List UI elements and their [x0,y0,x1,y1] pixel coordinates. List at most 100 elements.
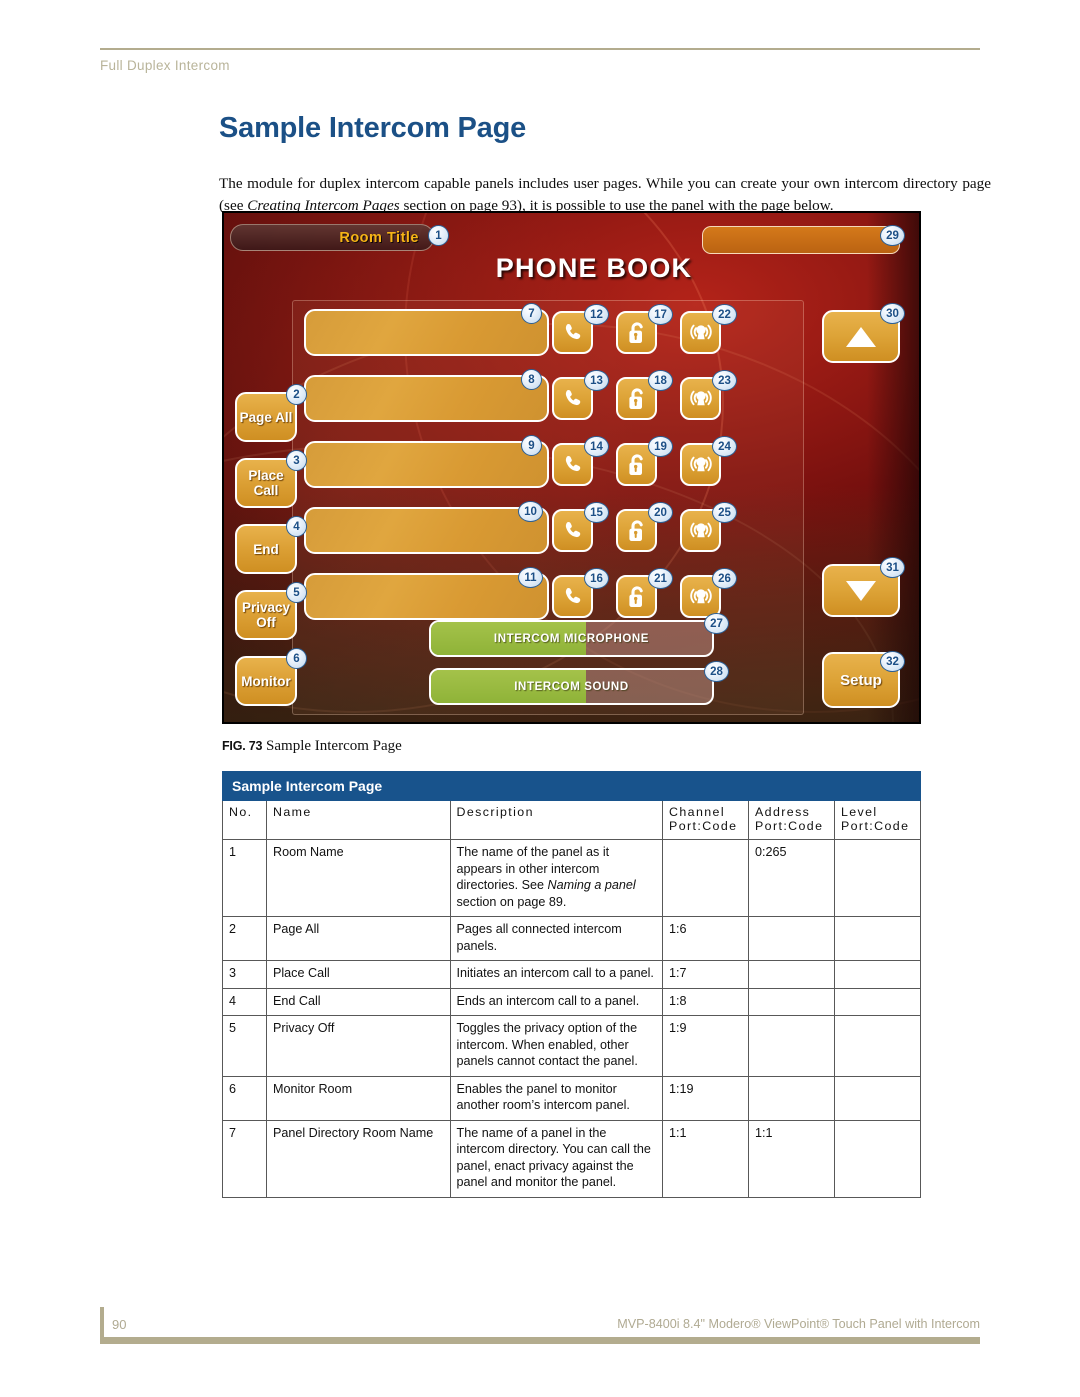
table-row: 3 Place Call Initiates an intercom call … [222,960,922,989]
cell-channel: 1:8 [662,987,749,1016]
callout-14: 14 [584,436,609,457]
table-row: 7 Panel Directory Room Name The name of … [222,1119,922,1198]
cell-address [748,960,835,989]
panel-right-strip [867,213,919,722]
callout-1: 1 [428,225,449,246]
page-title: Sample Intercom Page [219,112,527,144]
footer-rule [100,1337,980,1344]
cell-no: 5 [222,1015,267,1077]
callout-2: 2 [286,384,307,405]
cell-no: 1 [222,839,267,917]
cell-address [748,1075,835,1121]
col-head-channel: Channel Port:Code [662,800,749,840]
intercom-sound-label: INTERCOM SOUND [514,680,629,693]
broadcast-icon [687,519,715,543]
callout-16: 16 [584,568,609,589]
callout-29: 29 [880,225,905,246]
intercom-sound-level[interactable]: INTERCOM SOUND [429,668,714,705]
cell-desc: Enables the panel to monitor another roo… [449,1075,664,1121]
callout-21: 21 [648,568,673,589]
cell-address: 0:265 [748,839,835,917]
callout-32: 32 [880,651,905,672]
phone-handset-icon [561,453,585,477]
padlock-icon [625,518,649,544]
cell-name: Place Call [265,960,451,989]
callout-9: 9 [521,435,542,456]
table-title: Sample Intercom Page [222,771,921,801]
col-head-address: Address Port:Code [748,800,835,840]
intro-paragraph: The module for duplex intercom capable p… [219,173,991,216]
cell-no: 2 [222,916,267,961]
footer-document-title: MVP-8400i 8.4" Modero® ViewPoint® Touch … [617,1317,980,1331]
cell-address [748,1015,835,1077]
cell-level [833,1119,922,1198]
broadcast-icon [687,453,715,477]
intercom-microphone-level[interactable]: INTERCOM MICROPHONE [429,620,714,657]
table-row: 5 Privacy Off Toggles the privacy option… [222,1015,922,1077]
cell-desc: Toggles the privacy option of the interc… [449,1015,664,1077]
cell-no: 6 [222,1075,267,1121]
cell-channel: 1:19 [662,1075,749,1121]
phone-handset-icon [561,585,585,609]
directory-slot[interactable] [304,573,549,620]
cell-name: Page All [265,916,451,961]
col-head-level: Level Port:Code [833,800,922,840]
cell-desc: Pages all connected intercom panels. [449,916,664,961]
broadcast-icon [687,585,715,609]
table-header-row: No. Name Description Channel Port:Code Ad… [222,800,922,840]
cell-level [833,960,922,989]
status-bar[interactable] [702,226,900,254]
figure-caption: FIG. 73 Sample Intercom Page [222,738,402,755]
cell-channel: 1:7 [662,960,749,989]
callout-23: 23 [712,370,737,391]
cell-level [833,839,922,917]
directory-slot[interactable] [304,441,549,488]
col-head-name: Name [265,800,451,840]
callout-27: 27 [704,613,729,634]
cell-no: 3 [222,960,267,989]
figure-label: FIG. 73 [222,739,263,753]
cell-address: 1:1 [748,1119,835,1198]
callout-20: 20 [648,502,673,523]
callout-13: 13 [584,370,609,391]
phone-handset-icon [561,321,585,345]
directory-slot[interactable] [304,309,549,356]
callout-4: 4 [286,516,307,537]
callout-8: 8 [521,369,542,390]
cell-address [748,916,835,961]
callout-7: 7 [521,303,542,324]
table-row: 1 Room Name The name of the panel as it … [222,839,922,917]
cell-desc: The name of a panel in the intercom dire… [449,1119,664,1198]
padlock-icon [625,584,649,610]
cell-desc: The name of the panel as it appears in o… [449,839,664,917]
room-title-text: Room Title [339,229,419,246]
callout-28: 28 [704,661,729,682]
callout-15: 15 [584,502,609,523]
col-head-desc: Description [449,800,664,840]
room-title-bar[interactable]: Room Title [230,224,434,251]
cell-desc: Ends an intercom call to a panel. [449,987,664,1016]
callout-5: 5 [286,582,307,603]
cell-channel: 1:1 [662,1119,749,1198]
broadcast-icon [687,321,715,345]
directory-slot[interactable] [304,375,549,422]
padlock-icon [625,386,649,412]
table-row: 2 Page All Pages all connected intercom … [222,916,922,961]
sample-intercom-page-table: Sample Intercom Page No. Name Descriptio… [222,771,922,1198]
callout-19: 19 [648,436,673,457]
cell-channel: 1:9 [662,1015,749,1077]
callout-10: 10 [518,501,543,522]
phone-book-heading: PHONE BOOK [495,253,693,283]
callout-31: 31 [880,557,905,578]
cell-name: End Call [265,987,451,1016]
intercom-microphone-label: INTERCOM MICROPHONE [493,632,650,645]
callout-17: 17 [648,304,673,325]
directory-slot[interactable] [304,507,549,554]
cell-level [833,1015,922,1077]
callout-3: 3 [286,450,307,471]
col-head-no: No. [222,800,267,840]
figure-caption-text: Sample Intercom Page [266,738,402,754]
cell-channel [662,839,749,917]
cell-channel: 1:6 [662,916,749,961]
phone-handset-icon [561,519,585,543]
